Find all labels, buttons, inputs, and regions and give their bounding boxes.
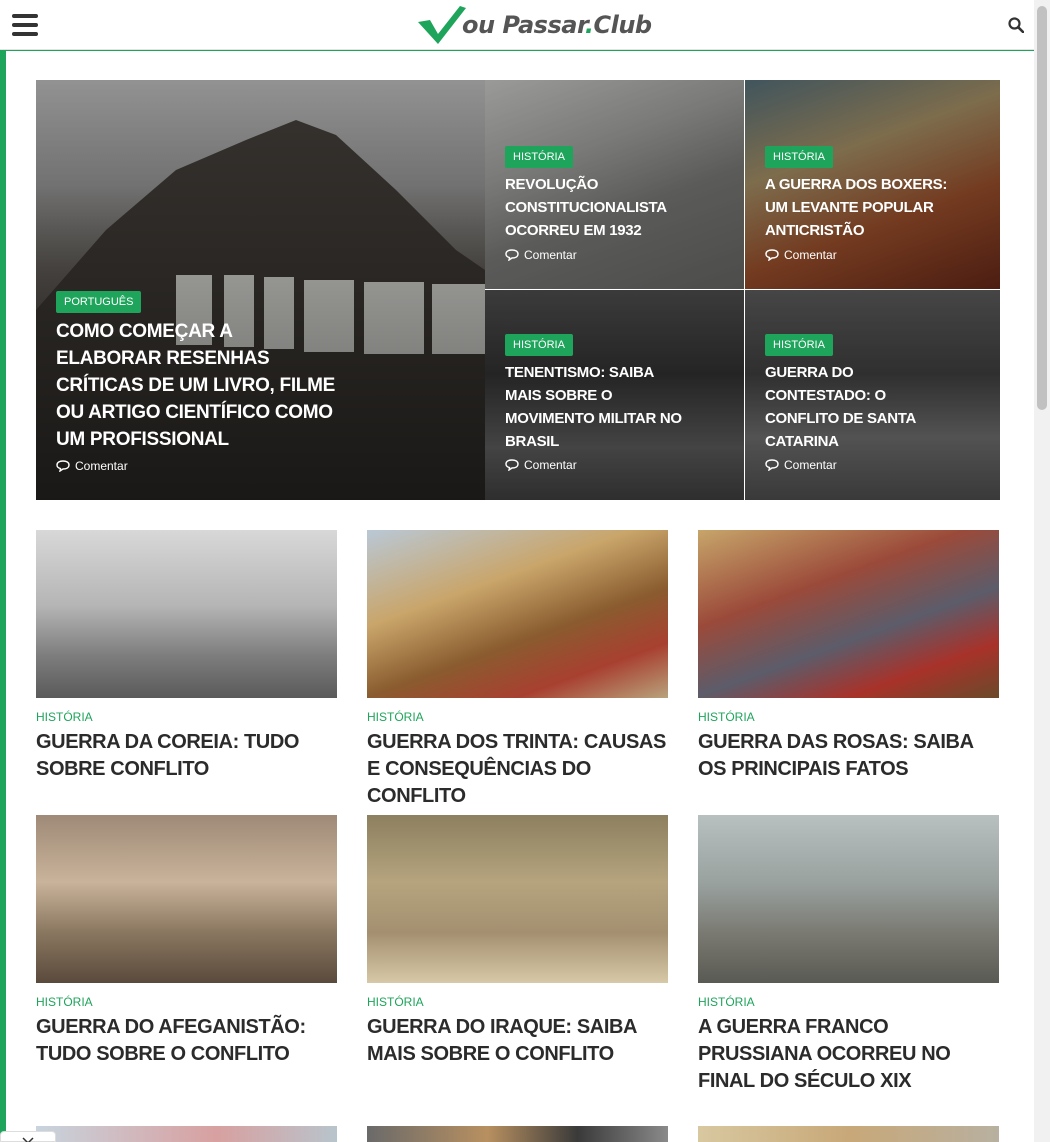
afghanistan-war-thumbnail[interactable]	[36, 815, 337, 983]
hero-tile-title[interactable]: GUERRA DO CONTESTADO: O CONFLITO DE SANT…	[765, 361, 945, 453]
category-badge[interactable]: PORTUGUÊS	[56, 291, 142, 313]
comment-bubble-icon	[765, 459, 779, 471]
hero-tile-2[interactable]: HISTÓRIA A GUERRA DOS BOXERS: UM LEVANTE…	[745, 80, 1000, 289]
site-logo[interactable]: ou Passar.Club	[416, 4, 652, 46]
hamburger-menu-icon[interactable]	[12, 14, 38, 36]
hero-tile-title[interactable]: REVOLUÇÃO CONSTITUCIONALISTA OCORREU EM …	[505, 173, 695, 242]
post-title-link[interactable]: GUERRA DO AFEGANISTÃO: TUDO SOBRE O CONF…	[36, 1014, 337, 1068]
category-badge[interactable]: HISTÓRIA	[505, 334, 573, 356]
vertical-scrollbar[interactable]	[1034, 0, 1050, 1142]
post-category-link[interactable]: HISTÓRIA	[367, 995, 668, 1009]
scrollbar-thumb[interactable]	[1037, 6, 1047, 410]
post-category-link[interactable]: HISTÓRIA	[36, 995, 337, 1009]
main-content: PORTUGUÊS COMO COMEÇAR A ELABORAR RESENH…	[6, 51, 1034, 1142]
comment-link[interactable]: Comentar	[505, 458, 577, 472]
checkmark-logo-icon	[418, 6, 466, 44]
post-card[interactable]: HISTÓRIA GUERRA DOS TRINTA: CAUSAS E CON…	[367, 530, 668, 810]
comment-bubble-icon	[56, 460, 70, 472]
hero-main-post[interactable]: PORTUGUÊS COMO COMEÇAR A ELABORAR RESENH…	[36, 80, 485, 500]
post-title-link[interactable]: GUERRA DA COREIA: TUDO SOBRE CONFLITO	[36, 729, 337, 783]
post-category-link[interactable]: HISTÓRIA	[698, 710, 999, 724]
post-title-link[interactable]: GUERRA DO IRAQUE: SAIBA MAIS SOBRE O CON…	[367, 1014, 668, 1068]
comment-label: Comentar	[524, 248, 577, 262]
comment-label: Comentar	[784, 458, 837, 472]
thirty-years-war-thumbnail[interactable]	[367, 530, 668, 698]
hero-tile-3[interactable]: HISTÓRIA TENENTISMO: SAIBA MAIS SOBRE O …	[485, 290, 744, 500]
comment-label: Comentar	[75, 459, 128, 473]
comment-label: Comentar	[784, 248, 837, 262]
post-category-link[interactable]: HISTÓRIA	[36, 710, 337, 724]
comment-link[interactable]: Comentar	[765, 248, 837, 262]
close-icon[interactable]	[21, 1136, 35, 1142]
post-card[interactable]: HISTÓRIA GUERRA DA COREIA: TUDO SOBRE CO…	[36, 530, 337, 783]
post-card[interactable]: HISTÓRIA GUERRA DAS ROSAS: SAIBA OS PRIN…	[698, 530, 999, 783]
iraq-war-thumbnail[interactable]	[367, 815, 668, 983]
hero-main-title[interactable]: COMO COMEÇAR A ELABORAR RESENHAS CRÍTICA…	[56, 318, 336, 453]
franco-prussian-war-thumbnail[interactable]	[698, 815, 999, 983]
comment-bubble-icon	[765, 249, 779, 261]
hero-tile-title[interactable]: TENENTISMO: SAIBA MAIS SOBRE O MOVIMENTO…	[505, 361, 685, 453]
hero-tile-1[interactable]: HISTÓRIA REVOLUÇÃO CONSTITUCIONALISTA OC…	[485, 80, 744, 289]
logo-text: ou Passar.Club	[462, 11, 652, 39]
post-category-link[interactable]: HISTÓRIA	[367, 710, 668, 724]
post-title-link[interactable]: GUERRA DAS ROSAS: SAIBA OS PRINCIPAIS FA…	[698, 729, 999, 783]
next-post-thumbnail[interactable]	[698, 1126, 999, 1142]
comment-link[interactable]: Comentar	[56, 459, 128, 473]
comment-link[interactable]: Comentar	[765, 458, 837, 472]
comment-bubble-icon	[505, 459, 519, 471]
post-card[interactable]: HISTÓRIA GUERRA DO IRAQUE: SAIBA MAIS SO…	[367, 815, 668, 1068]
site-header: ou Passar.Club	[0, 0, 1050, 50]
next-post-thumbnail[interactable]	[367, 1126, 668, 1142]
search-icon[interactable]	[1008, 17, 1024, 33]
korea-war-thumbnail[interactable]	[36, 530, 337, 698]
ad-close-tab[interactable]	[0, 1131, 56, 1142]
post-category-link[interactable]: HISTÓRIA	[698, 995, 999, 1009]
post-title-link[interactable]: GUERRA DOS TRINTA: CAUSAS E CONSEQUÊNCIA…	[367, 729, 668, 810]
comment-bubble-icon	[505, 249, 519, 261]
next-post-thumbnail[interactable]	[36, 1126, 337, 1142]
category-badge[interactable]: HISTÓRIA	[505, 146, 573, 168]
category-badge[interactable]: HISTÓRIA	[765, 334, 833, 356]
comment-label: Comentar	[524, 458, 577, 472]
comment-link[interactable]: Comentar	[505, 248, 577, 262]
hero-tile-title[interactable]: A GUERRA DOS BOXERS: UM LEVANTE POPULAR …	[765, 173, 965, 242]
post-title-link[interactable]: A GUERRA FRANCO PRUSSIANA OCORREU NO FIN…	[698, 1014, 999, 1095]
post-card[interactable]: HISTÓRIA A GUERRA FRANCO PRUSSIANA OCORR…	[698, 815, 999, 1095]
category-badge[interactable]: HISTÓRIA	[765, 146, 833, 168]
post-card[interactable]: HISTÓRIA GUERRA DO AFEGANISTÃO: TUDO SOB…	[36, 815, 337, 1068]
hero-tile-4[interactable]: HISTÓRIA GUERRA DO CONTESTADO: O CONFLIT…	[745, 290, 1000, 500]
wars-of-roses-thumbnail[interactable]	[698, 530, 999, 698]
